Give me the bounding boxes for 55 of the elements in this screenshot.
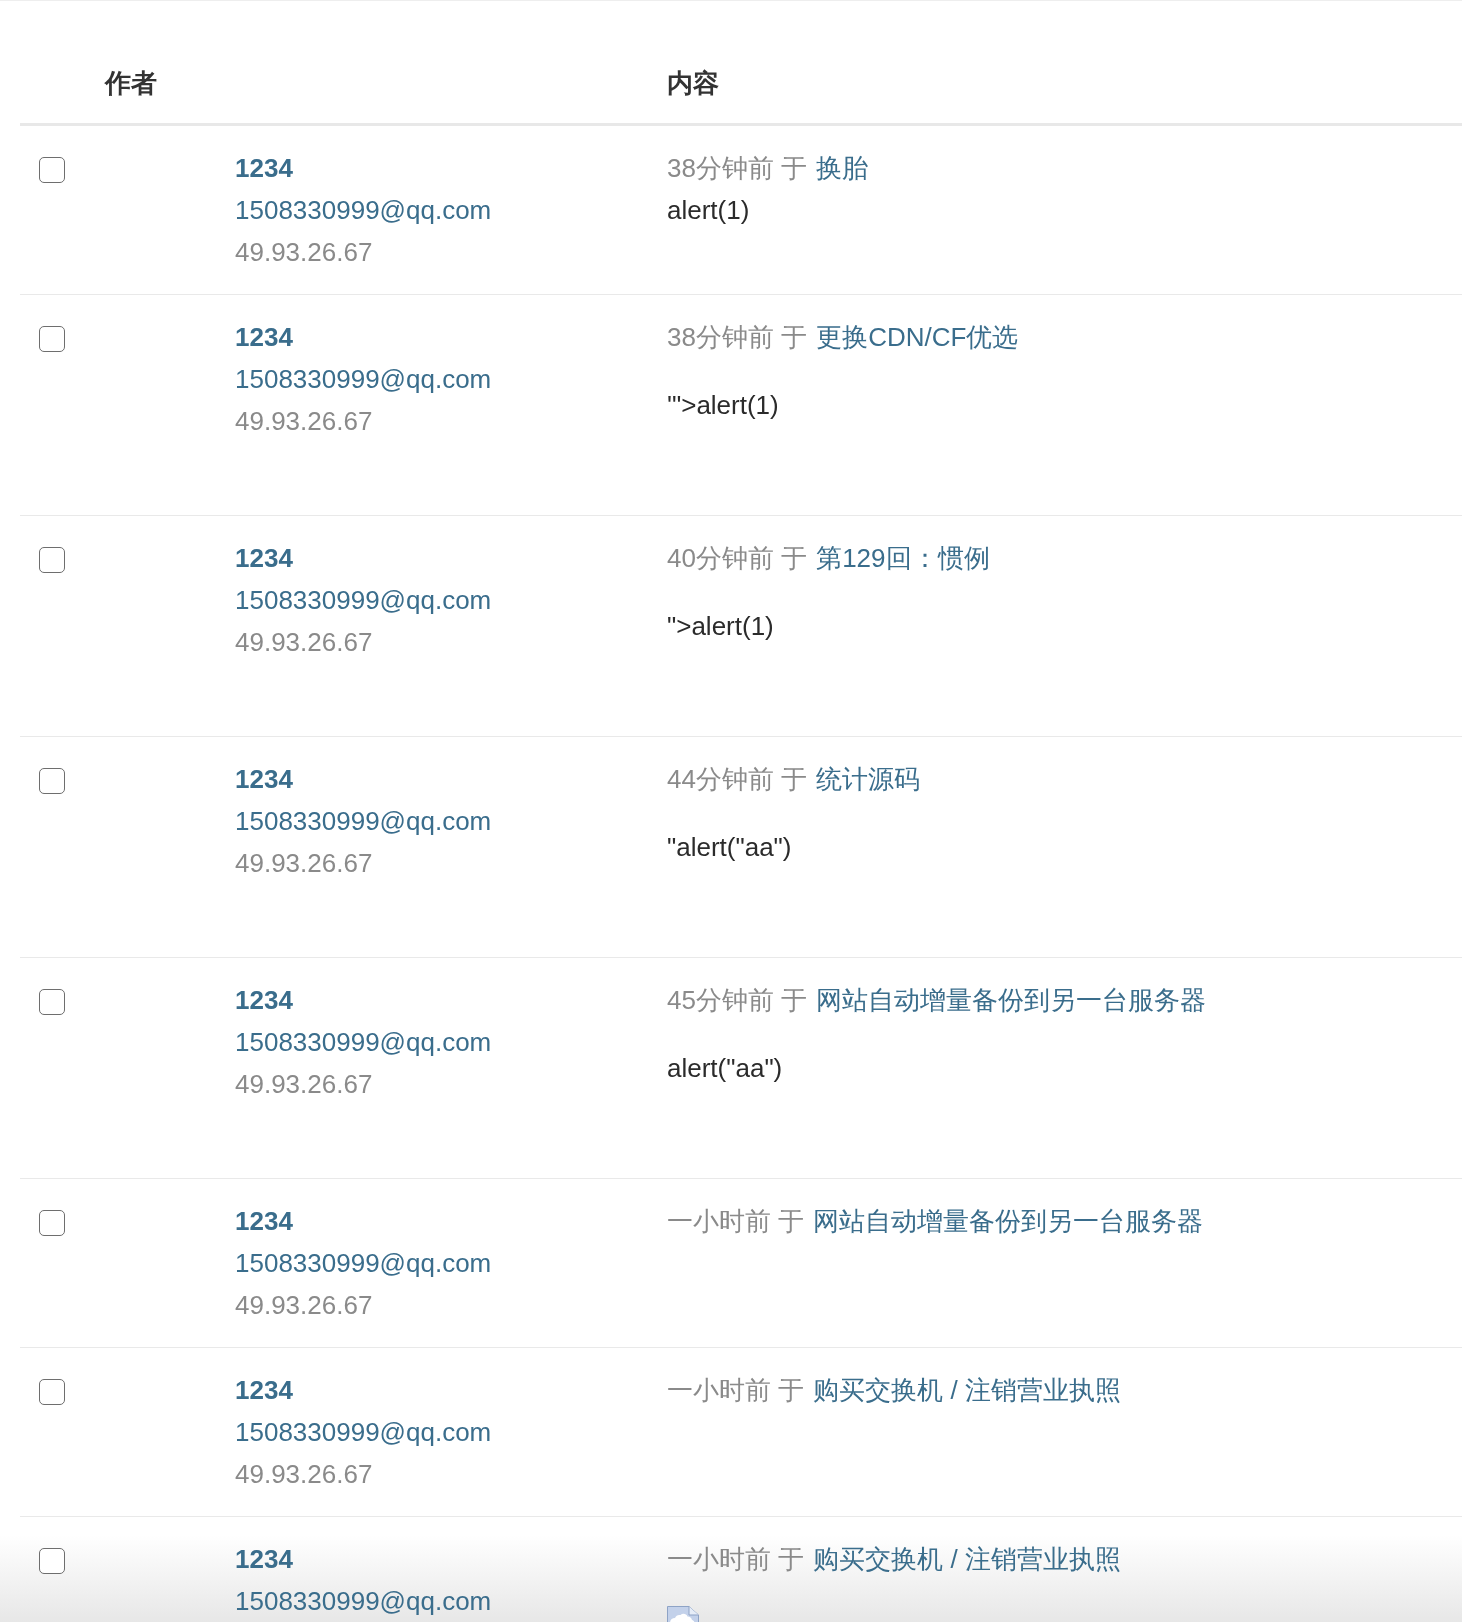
author-name-link[interactable]: 1234 xyxy=(235,758,293,800)
author-name-link[interactable]: 1234 xyxy=(235,147,293,189)
author-ip: 49.93.26.67 xyxy=(235,626,373,659)
post-title-link[interactable]: 购买交换机 / 注销营业执照 xyxy=(813,1369,1121,1411)
row-checkbox[interactable] xyxy=(39,547,65,573)
comment-time: 40分钟前 于 xyxy=(667,542,808,575)
author-email-link[interactable]: 1508330999@qq.com xyxy=(235,1580,492,1622)
comment-text: '">alert(1) xyxy=(667,389,779,422)
comment-time: 一小时前 于 xyxy=(667,1374,805,1407)
comment-text: "alert("aa") xyxy=(667,831,792,864)
comment-text: alert("aa") xyxy=(667,1052,783,1085)
row-checkbox[interactable] xyxy=(39,1210,65,1236)
author-name-link[interactable]: 1234 xyxy=(235,979,293,1021)
row-checkbox[interactable] xyxy=(39,768,65,794)
author-ip: 49.93.26.67 xyxy=(235,847,373,880)
author-email-link[interactable]: 1508330999@qq.com xyxy=(235,579,492,621)
comment-text: ">alert(1) xyxy=(667,610,774,643)
column-header: 内容 xyxy=(667,67,719,100)
author-name-link[interactable]: 1234 xyxy=(235,537,293,579)
post-title-link[interactable]: 网站自动增量备份到另一台服务器 xyxy=(813,1200,1204,1242)
row-checkbox[interactable] xyxy=(39,989,65,1015)
author-name-link[interactable]: 1234 xyxy=(235,316,293,358)
post-title-link[interactable]: 更换CDN/CF优选 xyxy=(816,316,1019,358)
author-ip: 49.93.26.67 xyxy=(235,1289,373,1322)
author-name-link[interactable]: 1234 xyxy=(235,1200,293,1242)
author-email-link[interactable]: 1508330999@qq.com xyxy=(235,189,492,231)
comment-time: 44分钟前 于 xyxy=(667,763,808,796)
author-email-link[interactable]: 1508330999@qq.com xyxy=(235,358,492,400)
author-email-link[interactable]: 1508330999@qq.com xyxy=(235,1411,492,1453)
author-email-link[interactable]: 1508330999@qq.com xyxy=(235,1242,492,1284)
row-checkbox[interactable] xyxy=(39,1379,65,1405)
author-email-link[interactable]: 1508330999@qq.com xyxy=(235,800,492,842)
author-email-link[interactable]: 1508330999@qq.com xyxy=(235,1021,492,1063)
author-name-link[interactable]: 1234 xyxy=(235,1538,293,1580)
comment-text: alert(1) xyxy=(667,194,750,227)
author-ip: 49.93.26.67 xyxy=(235,1458,373,1491)
post-title-link[interactable]: 统计源码 xyxy=(816,758,921,800)
post-title-link[interactable]: 换胎 xyxy=(816,147,869,189)
comment-time: 38分钟前 于 xyxy=(667,321,808,354)
author-ip: 49.93.26.67 xyxy=(235,405,373,438)
post-title-link[interactable]: 第129回：惯例 xyxy=(816,537,990,579)
row-checkbox[interactable] xyxy=(39,326,65,352)
post-title-link[interactable]: 购买交换机 / 注销营业执照 xyxy=(813,1538,1121,1580)
author-name-link[interactable]: 1234 xyxy=(235,1369,293,1411)
comment-time: 一小时前 于 xyxy=(667,1543,805,1576)
author-ip: 49.93.26.67 xyxy=(235,1068,373,1101)
row-checkbox[interactable] xyxy=(39,157,65,183)
author-ip: 49.93.26.67 xyxy=(235,236,373,269)
column-header: 作者 xyxy=(105,67,157,100)
comment-time: 45分钟前 于 xyxy=(667,984,808,1017)
comment-time: 一小时前 于 xyxy=(667,1205,805,1238)
row-checkbox[interactable] xyxy=(39,1548,65,1574)
post-title-link[interactable]: 网站自动增量备份到另一台服务器 xyxy=(816,979,1207,1021)
comment-time: 38分钟前 于 xyxy=(667,152,808,185)
broken-image-icon xyxy=(667,1606,699,1622)
